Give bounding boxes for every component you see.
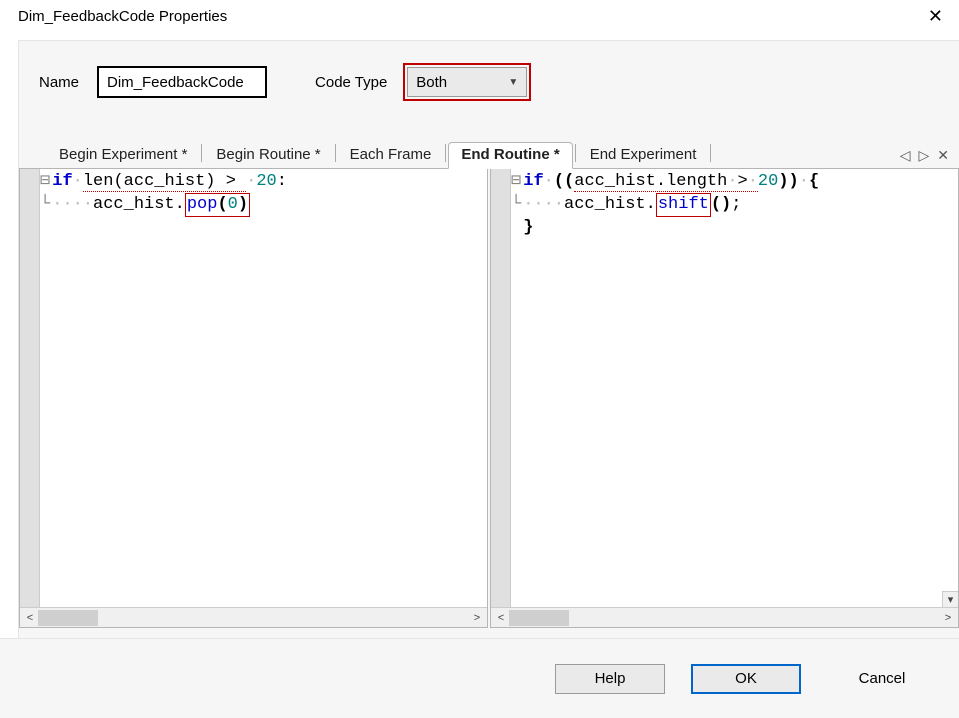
tab-begin-experiment[interactable]: Begin Experiment * xyxy=(47,143,199,168)
tab-nav-controls: ◁ ▷ ✕ xyxy=(900,147,949,164)
help-button[interactable]: Help xyxy=(555,664,665,694)
ok-button[interactable]: OK xyxy=(691,664,801,694)
scroll-track[interactable] xyxy=(38,610,469,626)
tab-separator xyxy=(575,144,576,162)
tab-each-frame[interactable]: Each Frame xyxy=(338,143,444,168)
name-label: Name xyxy=(39,74,79,91)
titlebar: Dim_FeedbackCode Properties ✕ xyxy=(0,0,959,37)
js-code-editor[interactable]: ⊟if·((acc_hist.length·>·20))·{ └····acc_… xyxy=(511,169,958,607)
js-hscrollbar[interactable]: < > xyxy=(491,607,958,627)
scroll-track[interactable] xyxy=(509,610,940,626)
dialog-window: Dim_FeedbackCode Properties ✕ Name Code … xyxy=(0,0,959,718)
scroll-right-icon[interactable]: > xyxy=(469,612,485,624)
tab-separator xyxy=(201,144,202,162)
main-panel: Name Code Type Both ▼ Begin Experiment *… xyxy=(18,40,959,638)
python-gutter xyxy=(20,169,40,607)
python-code-body: ⊟if·len(acc_hist) > ·20: └····acc_hist.p… xyxy=(20,169,487,607)
codetype-dropdown[interactable]: Both ▼ xyxy=(407,67,527,97)
tab-end-experiment[interactable]: End Experiment xyxy=(578,143,709,168)
code-area: ⊟if·len(acc_hist) > ·20: └····acc_hist.p… xyxy=(19,169,959,628)
tab-begin-routine[interactable]: Begin Routine * xyxy=(204,143,332,168)
python-code-editor[interactable]: ⊟if·len(acc_hist) > ·20: └····acc_hist.p… xyxy=(40,169,487,607)
js-scroll-down-icon[interactable]: ▾ xyxy=(942,591,958,607)
scroll-thumb[interactable] xyxy=(509,610,569,626)
tab-separator xyxy=(335,144,336,162)
python-hscrollbar[interactable]: < > xyxy=(20,607,487,627)
window-title: Dim_FeedbackCode Properties xyxy=(18,8,227,25)
tab-row: Begin Experiment * Begin Routine * Each … xyxy=(19,141,959,169)
js-code-body: ⊟if·((acc_hist.length·>·20))·{ └····acc_… xyxy=(491,169,958,607)
tab-next-icon[interactable]: ▷ xyxy=(918,147,929,164)
chevron-down-icon: ▼ xyxy=(508,77,518,88)
js-code-pane: ⊟if·((acc_hist.length·>·20))·{ └····acc_… xyxy=(490,169,959,628)
close-icon[interactable]: ✕ xyxy=(922,6,949,27)
tab-separator xyxy=(445,144,446,162)
scroll-right-icon[interactable]: > xyxy=(940,612,956,624)
codetype-wrap: Code Type Both ▼ xyxy=(315,63,531,101)
python-code-pane: ⊟if·len(acc_hist) > ·20: └····acc_hist.p… xyxy=(19,169,488,628)
js-gutter xyxy=(491,169,511,607)
tab-end-routine[interactable]: End Routine * xyxy=(448,142,572,169)
cancel-button[interactable]: Cancel xyxy=(827,664,937,694)
scroll-left-icon[interactable]: < xyxy=(22,612,38,624)
scroll-left-icon[interactable]: < xyxy=(493,612,509,624)
scroll-thumb[interactable] xyxy=(38,610,98,626)
codetype-label: Code Type xyxy=(315,74,387,91)
tab-prev-icon[interactable]: ◁ xyxy=(900,147,911,164)
tab-close-icon[interactable]: ✕ xyxy=(937,147,949,164)
header-row: Name Code Type Both ▼ xyxy=(19,63,959,101)
dialog-footer: Help OK Cancel xyxy=(0,638,959,718)
tab-separator xyxy=(710,144,711,162)
codetype-highlight-box: Both ▼ xyxy=(403,63,531,101)
name-input[interactable] xyxy=(97,66,267,98)
codetype-value: Both xyxy=(416,74,447,91)
